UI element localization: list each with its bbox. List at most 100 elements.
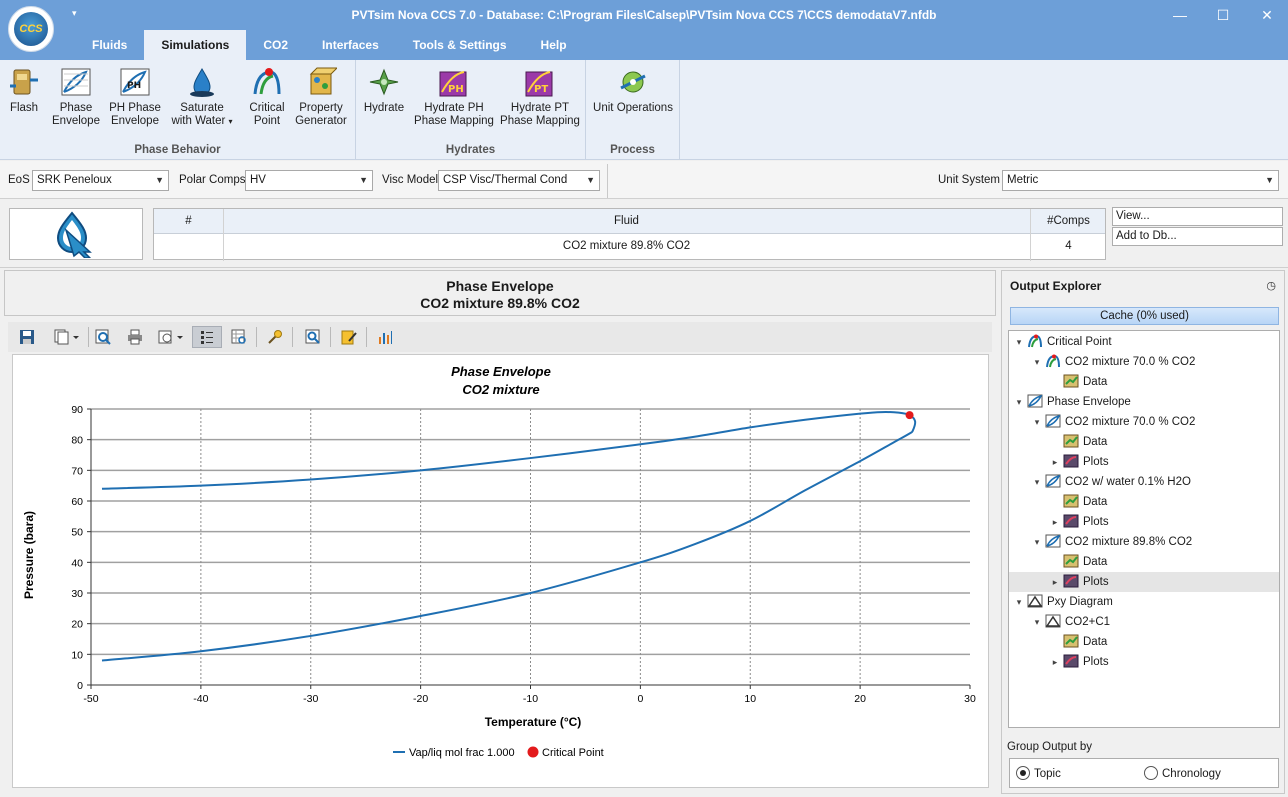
wand-icon [268, 330, 282, 344]
fluid-select-button[interactable] [9, 208, 143, 260]
minimize-button[interactable]: — [1165, 4, 1195, 26]
chevron-down-icon[interactable]: ▾ [1013, 592, 1025, 612]
hydrate-icon [369, 68, 399, 96]
view-button[interactable]: View... [1112, 207, 1283, 226]
tree-node[interactable]: ▸ Plots [1049, 452, 1109, 472]
header-fluid[interactable]: Fluid [223, 209, 1030, 234]
tree-node[interactable]: Data [1049, 492, 1107, 512]
settings-button[interactable] [264, 326, 286, 348]
chevron-down-icon[interactable]: ▾ [1031, 352, 1043, 372]
tab-simulations[interactable]: Simulations [144, 30, 247, 60]
saturate-with-water-button[interactable]: Saturate with Water ▾ [168, 66, 236, 128]
tree-node-label: CO2+C1 [1065, 616, 1111, 628]
copy-icon [54, 329, 79, 345]
close-button[interactable]: ✕ [1252, 4, 1282, 26]
eos-label: EoS [8, 174, 30, 186]
pin-icon[interactable]: ◷ [1266, 279, 1276, 292]
hydrate-pt-mapping-button[interactable]: PT Hydrate PT Phase Mapping [500, 66, 580, 128]
property-generator-label-2: Generator [295, 115, 347, 127]
ph-phase-envelope-button[interactable]: PH PH Phase Envelope [108, 66, 162, 128]
hydrate-button[interactable]: Hydrate [362, 66, 406, 115]
tab-help[interactable]: Help [524, 30, 584, 60]
tab-tools-settings[interactable]: Tools & Settings [396, 30, 524, 60]
chevron-right-icon[interactable]: ▸ [1049, 572, 1061, 592]
radio-topic[interactable]: Topic [1016, 766, 1061, 781]
tree-node[interactable]: ▾ Phase Envelope [1013, 392, 1131, 412]
tree-node[interactable]: ▸ Plots [1049, 652, 1109, 672]
add-to-db-button[interactable]: Add to Db... [1112, 227, 1283, 246]
eos-select[interactable]: SRK Peneloux ▼ [32, 170, 169, 191]
output-explorer-title: Output Explorer [1010, 279, 1102, 293]
flash-button[interactable]: Flash [6, 66, 42, 115]
ribbon-tabs: Fluids Simulations CO2 Interfaces Tools … [75, 30, 584, 60]
tab-interfaces[interactable]: Interfaces [305, 30, 396, 60]
ribbon-group-phase-behavior: Flash Phase Envelope PH PH Phase Envelop… [0, 60, 356, 160]
row-fluid-name[interactable]: CO2 mixture 89.8% CO2 [223, 234, 1030, 259]
tree-node[interactable]: Data [1049, 632, 1107, 652]
property-generator-button[interactable]: Property Generator [294, 66, 348, 128]
save-button[interactable] [16, 326, 38, 348]
tree-node[interactable]: ▾ CO2 w/ water 0.1% H2O [1031, 472, 1191, 492]
polar-comps-select[interactable]: HV ▼ [245, 170, 373, 191]
copy-button[interactable] [52, 326, 82, 348]
unit-operations-button[interactable]: Unit Operations [592, 66, 674, 115]
tree-node[interactable]: Data [1049, 432, 1107, 452]
tree-node[interactable]: ▾ Pxy Diagram [1013, 592, 1113, 612]
radio-chronology[interactable]: Chronology [1144, 766, 1221, 781]
tab-co2[interactable]: CO2 [246, 30, 305, 60]
unit-system-select[interactable]: Metric ▼ [1002, 170, 1279, 191]
unit-operations-icon [620, 71, 646, 93]
polar-comps-label: Polar Comps [179, 174, 246, 186]
phase-envelope-button[interactable]: Phase Envelope [50, 66, 102, 128]
data-table-button[interactable] [228, 326, 250, 348]
plots-icon [1061, 514, 1083, 528]
legend-toggle-button[interactable] [192, 326, 222, 348]
header-num[interactable]: # [154, 209, 223, 234]
tree-node[interactable]: ▾ CO2 mixture 89.8% CO2 [1031, 532, 1192, 552]
header-comps[interactable]: #Comps [1030, 209, 1107, 234]
critical-point-label-2: Point [253, 115, 281, 127]
tree-node[interactable]: ▾ Critical Point [1013, 332, 1112, 352]
row-comps[interactable]: 4 [1030, 234, 1107, 259]
critical-point-button[interactable]: Critical Point [246, 66, 288, 128]
chevron-down-icon[interactable]: ▾ [1031, 612, 1043, 632]
chevron-right-icon[interactable]: ▸ [1049, 512, 1061, 532]
chevron-down-icon[interactable]: ▾ [1031, 472, 1043, 492]
tree-node[interactable]: ▾ CO2 mixture 70.0 % CO2 [1031, 352, 1195, 372]
tree-node[interactable]: ▾ CO2 mixture 70.0 % CO2 [1031, 412, 1195, 432]
flash-icon [10, 69, 38, 95]
export-button[interactable] [156, 326, 186, 348]
chevron-down-icon[interactable]: ▾ [1013, 332, 1025, 352]
tree-node[interactable]: ▸ Plots [1049, 512, 1109, 532]
phase-envelope-chart[interactable]: -50 -40 -30 -20 -10 0 10 20 30 0 10 20 30 40 50 60 70 80… [13, 355, 988, 787]
chevron-down-icon[interactable]: ▾ [1013, 392, 1025, 412]
print-button[interactable] [124, 326, 146, 348]
fit-view-button[interactable] [302, 326, 324, 348]
visc-model-select[interactable]: CSP Visc/Thermal Cond ▼ [438, 170, 600, 191]
hydrates-group-label: Hydrates [445, 144, 496, 156]
chevron-right-icon[interactable]: ▸ [1049, 452, 1061, 472]
chevron-down-icon[interactable]: ▾ [1031, 412, 1043, 432]
chart-options-button[interactable] [374, 326, 396, 348]
zoom-button[interactable] [92, 326, 114, 348]
chevron-down-icon[interactable]: ▾ [1031, 532, 1043, 552]
plot-panel: Phase Envelope CO2 mixture 89.8% CO2 -50… [4, 270, 996, 794]
hydrate-ph-mapping-button[interactable]: PH Hydrate PH Phase Mapping [414, 66, 494, 128]
maximize-button[interactable]: ☐ [1208, 4, 1238, 26]
property-generator-icon [309, 67, 337, 95]
unit-system-label: Unit System [938, 174, 1000, 186]
x-tick-label: -20 [413, 693, 428, 705]
edit-button[interactable] [338, 326, 360, 348]
chart-subtitle: CO2 mixture [462, 382, 539, 397]
legend-series-1: Vap/liq mol frac 1.000 [409, 747, 515, 759]
chevron-right-icon[interactable]: ▸ [1049, 652, 1061, 672]
tree-node-label: CO2 mixture 70.0 % CO2 [1065, 356, 1196, 368]
group-output-box: Topic Chronology [1009, 758, 1279, 788]
cache-button[interactable]: Cache (0% used) [1010, 307, 1279, 325]
tree-node[interactable]: ▸ Plots [1009, 572, 1279, 592]
tree-node[interactable]: Data [1049, 552, 1107, 572]
tab-fluids[interactable]: Fluids [75, 30, 144, 60]
tree-node[interactable]: ▾ CO2+C1 [1031, 612, 1110, 632]
chart-title: Phase Envelope [451, 364, 551, 379]
tree-node[interactable]: Data [1049, 372, 1107, 392]
